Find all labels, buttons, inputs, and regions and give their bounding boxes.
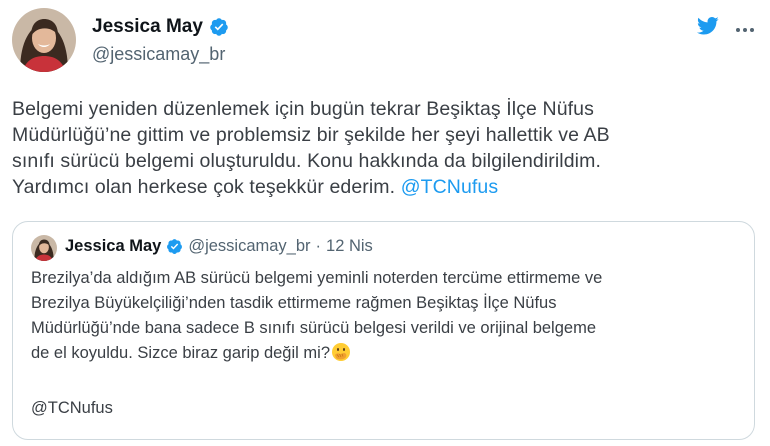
quoted-mention[interactable]: @TCNufus bbox=[31, 399, 113, 418]
quoted-tweet-date[interactable]: 12 Nis bbox=[326, 237, 373, 256]
author-name-row: Jessica May bbox=[92, 16, 229, 38]
separator-dot: · bbox=[315, 237, 322, 255]
tweet-text-line: Yardımcı olan herkese çok teşekkür ederi… bbox=[12, 174, 732, 200]
tweet-text-line: sınıfı sürücü belgemi oluşturuldu. Konu … bbox=[12, 150, 601, 172]
quoted-text-line: de el koyuldu. Sizce biraz garip değil m… bbox=[31, 341, 743, 366]
author-handle[interactable]: @jessicamay_br bbox=[92, 44, 225, 65]
tweet-text-line: Müdürlüğü’ne gittim ve problemsiz bir şe… bbox=[12, 124, 610, 146]
author-avatar[interactable] bbox=[12, 8, 76, 72]
quoted-author-name[interactable]: Jessica May bbox=[65, 237, 161, 256]
mention-link[interactable]: @TCNufus bbox=[401, 176, 499, 198]
quoted-author-handle[interactable]: @jessicamay_br bbox=[188, 237, 310, 256]
quoted-author-avatar[interactable] bbox=[31, 235, 57, 261]
quoted-text-last: de el koyuldu. Sizce biraz garip değil m… bbox=[31, 344, 330, 362]
tweet-card: Jessica May @jessicamay_br Belgemi yenid… bbox=[0, 0, 770, 446]
tweet-text: Belgemi yeniden düzenlemek için bugün te… bbox=[12, 96, 732, 200]
twitter-bird-icon[interactable] bbox=[696, 16, 719, 36]
author-name[interactable]: Jessica May bbox=[92, 16, 203, 38]
quoted-tweet-header: Jessica May @jessicamay_br · 12 Nis bbox=[65, 237, 373, 256]
quoted-tweet-text: Brezilya’da aldığım AB sürücü belgemi ye… bbox=[31, 266, 743, 366]
quoted-text-line: Brezilya’da aldığım AB sürücü belgemi ye… bbox=[31, 269, 603, 287]
verified-badge-icon bbox=[166, 238, 183, 255]
more-options-icon[interactable] bbox=[735, 22, 755, 32]
face-with-hand-over-mouth-icon bbox=[331, 342, 351, 362]
quoted-text-line: Brezilya Büyükelçiliği’nden tasdik ettir… bbox=[31, 294, 557, 312]
quoted-tweet[interactable]: Jessica May @jessicamay_br · 12 Nis Brez… bbox=[12, 221, 755, 440]
quoted-text-line: Müdürlüğü’nde bana sadece B sınıfı sürüc… bbox=[31, 319, 596, 337]
tweet-text-last: Yardımcı olan herkese çok teşekkür ederi… bbox=[12, 176, 396, 198]
tweet-text-line: Belgemi yeniden düzenlemek için bugün te… bbox=[12, 98, 594, 120]
verified-badge-icon bbox=[209, 17, 229, 37]
